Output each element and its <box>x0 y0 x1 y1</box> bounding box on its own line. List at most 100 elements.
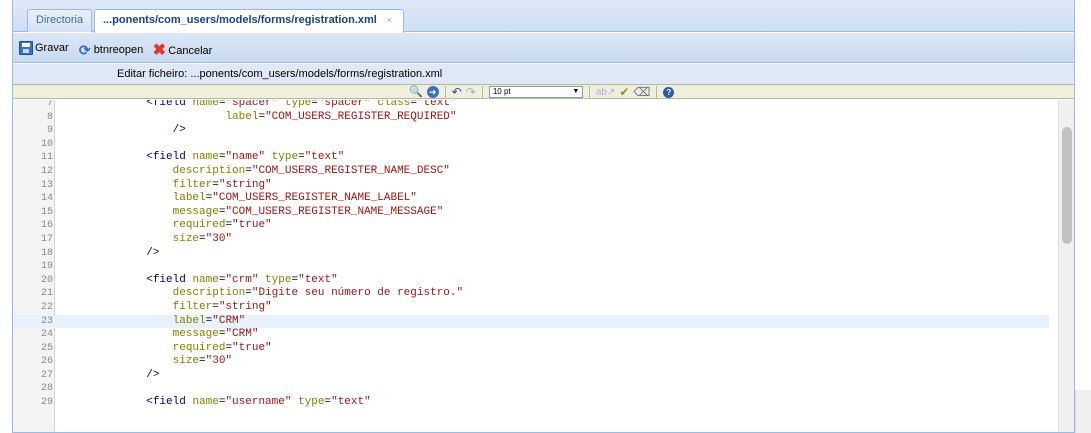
undo-icon[interactable]: ↶ <box>452 85 462 99</box>
code-line[interactable]: 27 /> <box>13 369 1049 383</box>
code-line[interactable]: 8 label="COM_USERS_REGISTER_REQUIRED" <box>13 111 1049 125</box>
line-number: 7 <box>46 100 53 109</box>
code-line[interactable]: 17 size="30" <box>13 233 1049 247</box>
tab-label: Directoria <box>36 14 84 26</box>
scrollbar-thumb[interactable] <box>1062 127 1072 244</box>
cancel-label: Cancelar <box>168 45 213 57</box>
code-text: required="true" <box>172 219 272 232</box>
code-text: <field name="username" type="text" <box>146 396 371 409</box>
code-text: /> <box>172 124 186 137</box>
line-number: 10 <box>40 138 53 150</box>
reopen-icon: ⟳ <box>78 42 91 58</box>
code-text: <field name="name" type="text" <box>146 151 345 164</box>
tab-label: ...ponents/com_users/models/forms/regist… <box>103 14 377 26</box>
code-line[interactable]: 20 <field name="crm" type="text" <box>13 274 1049 288</box>
line-number: 25 <box>40 342 53 354</box>
code-line[interactable]: 7 <field name="spacer" type="spacer" cla… <box>13 100 1049 111</box>
code-line[interactable]: 13 filter="string" <box>13 179 1049 193</box>
code-line[interactable]: 26 size="30" <box>13 355 1049 369</box>
search-icon[interactable]: 🔍 <box>409 86 423 99</box>
code-line[interactable]: 16 required="true" <box>13 219 1049 233</box>
reopen-label: btnreopen <box>93 44 144 56</box>
line-number: 9 <box>46 125 53 137</box>
highlight-brush-icon[interactable]: ✔ <box>619 85 629 99</box>
code-line[interactable]: 25 required="true" <box>13 342 1049 356</box>
code-text: message="COM_USERS_REGISTER_NAME_MESSAGE… <box>172 205 444 218</box>
code-line[interactable]: 14 label="COM_USERS_REGISTER_NAME_LABEL" <box>13 192 1049 206</box>
code-line[interactable]: 24 message="CRM" <box>13 328 1049 342</box>
line-number: 16 <box>40 220 53 232</box>
code-line[interactable]: 28 <box>13 382 1049 396</box>
line-number: 11 <box>40 152 53 164</box>
close-icon[interactable]: × <box>384 15 395 26</box>
code-line[interactable]: 10 <box>13 138 1049 152</box>
editor-toolbar: 🔍 ➜ ↶ ↷ 10 pt ▼ ab↗ ✔ ⌫ ? <box>13 84 1074 99</box>
code-lines: 7 <field name="spacer" type="spacer" cla… <box>13 100 1049 410</box>
font-size-select[interactable]: 10 pt ▼ <box>488 86 583 98</box>
code-text: required="true" <box>172 341 272 354</box>
toolbar: Gravar ⟳ btnreopen ✖ Cancelar <box>13 33 1074 63</box>
code-text: /> <box>146 368 160 381</box>
code-text: message="CRM" <box>172 328 259 341</box>
cancel-icon: ✖ <box>152 42 166 59</box>
vertical-scrollbar[interactable] <box>1058 100 1074 432</box>
toolbar-separator <box>588 86 590 98</box>
code-text: size="30" <box>172 232 233 245</box>
tab-registration-xml[interactable]: ...ponents/com_users/models/forms/regist… <box>94 9 404 33</box>
line-number: 27 <box>40 369 53 381</box>
code-line[interactable]: 22 filter="string" <box>13 301 1049 315</box>
tab-directoria[interactable]: Directoria <box>27 9 93 32</box>
line-number: 19 <box>40 261 53 273</box>
help-icon[interactable]: ? <box>663 86 675 98</box>
code-text: label="COM_USERS_REGISTER_NAME_LABEL" <box>172 192 417 205</box>
save-label: Gravar <box>35 42 69 54</box>
code-text: filter="string" <box>172 300 272 313</box>
line-number: 21 <box>40 288 53 300</box>
code-text: filter="string" <box>172 178 272 191</box>
code-line-active[interactable]: 23 label="CRM" <box>13 314 1049 329</box>
line-number: 12 <box>40 165 53 177</box>
code-line[interactable]: 12 description="COM_USERS_REGISTER_NAME_… <box>13 165 1049 179</box>
line-number: 24 <box>40 329 53 341</box>
reopen-button[interactable]: ⟳ btnreopen <box>76 41 146 59</box>
line-number: 15 <box>40 206 53 218</box>
line-number: 18 <box>40 247 53 259</box>
line-number: 14 <box>40 193 53 205</box>
save-icon <box>19 41 33 55</box>
code-text: <field name="crm" type="text" <box>146 273 338 286</box>
line-number: 28 <box>40 383 53 395</box>
code-line[interactable]: 21 description="Digite seu número de reg… <box>13 287 1049 301</box>
redo-icon[interactable]: ↷ <box>466 85 476 99</box>
line-number: 8 <box>46 111 53 123</box>
code-line[interactable]: 15 message="COM_USERS_REGISTER_NAME_MESS… <box>13 206 1049 220</box>
goto-line-icon[interactable]: ➜ <box>426 86 439 98</box>
save-button[interactable]: Gravar <box>17 39 71 57</box>
reset-icon[interactable]: ⌫ <box>633 85 650 99</box>
line-number: 26 <box>40 356 53 368</box>
file-path: Editar ficheiro: ...ponents/com_users/mo… <box>13 64 1074 86</box>
code-text: description="Digite seu número de regist… <box>172 287 464 300</box>
code-line[interactable]: 29 <field name="username" type="text" <box>13 396 1049 410</box>
code-text: description="COM_USERS_REGISTER_NAME_DES… <box>172 164 450 177</box>
code-line[interactable]: 9 /> <box>13 124 1049 138</box>
cancel-button[interactable]: ✖ Cancelar <box>150 42 214 60</box>
line-number: 17 <box>40 233 53 245</box>
toolbar-separator <box>444 86 446 98</box>
page-scrollbar[interactable] <box>1075 390 1091 433</box>
line-number: 20 <box>40 274 53 286</box>
code-line[interactable]: 11 <field name="name" type="text" <box>13 151 1049 165</box>
line-number: 22 <box>40 301 53 313</box>
toolbar-separator <box>481 86 483 98</box>
syntax-toggle-icon[interactable]: ab↗ <box>596 86 616 99</box>
font-size-value: 10 pt <box>492 87 511 96</box>
line-number: 23 <box>40 315 53 327</box>
tab-strip: Directoria ...ponents/com_users/models/f… <box>13 0 1074 33</box>
code-text: <field name="spacer" type="spacer" class… <box>146 100 457 109</box>
code-editor[interactable]: 7 <field name="spacer" type="spacer" cla… <box>13 100 1074 432</box>
code-line[interactable]: 19 <box>13 260 1049 274</box>
code-text: label="COM_USERS_REGISTER_REQUIRED" <box>225 110 457 123</box>
line-number: 13 <box>40 179 53 191</box>
line-number: 29 <box>40 397 53 409</box>
toolbar-separator <box>656 86 658 98</box>
code-line[interactable]: 18 /> <box>13 247 1049 261</box>
